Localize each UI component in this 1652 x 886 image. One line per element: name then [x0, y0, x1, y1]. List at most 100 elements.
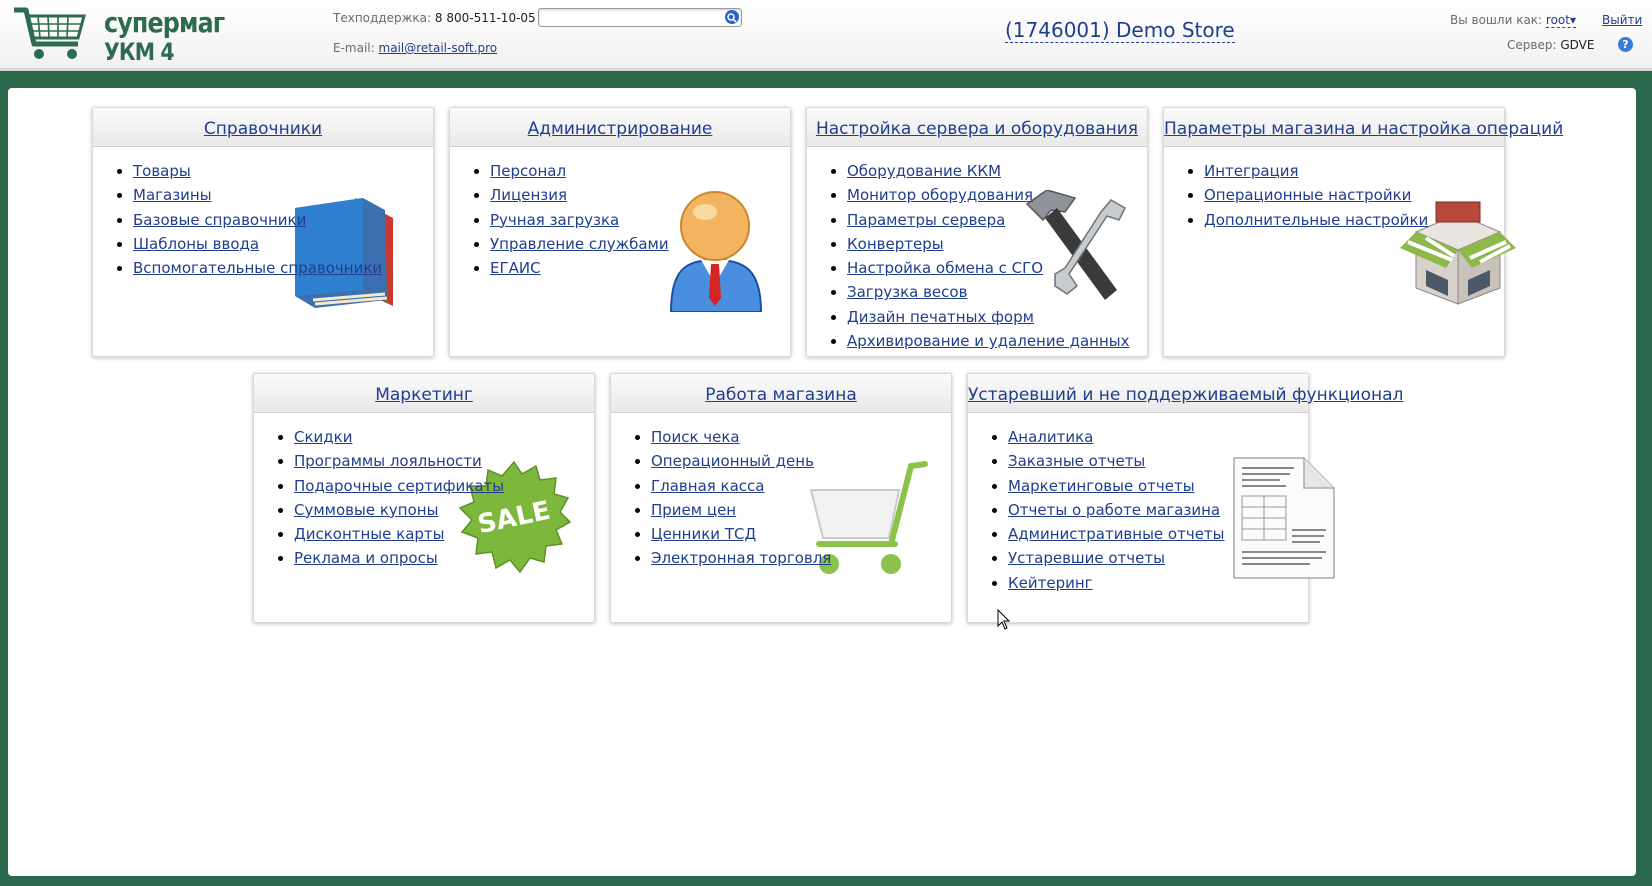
menu-link[interactable]: Загрузка весов: [847, 283, 967, 301]
list-item: Загрузка весов: [847, 280, 1147, 304]
menu-link[interactable]: Базовые справочники: [133, 211, 306, 229]
list-item: Электронная торговля: [651, 546, 951, 570]
panel-title[interactable]: Работа магазина: [705, 385, 857, 405]
menu-link[interactable]: Управление службами: [490, 235, 669, 253]
list-item: Устаревшие отчеты: [1008, 546, 1308, 570]
list-item: Отчеты о работе магазина: [1008, 498, 1308, 522]
main-content: Справочники Товары Магазины Базовые спра…: [8, 88, 1636, 876]
menu-link[interactable]: Дисконтные карты: [294, 525, 445, 543]
menu-link[interactable]: Аналитика: [1008, 428, 1093, 446]
panel-menu: Товары Магазины Базовые справочники Шабл…: [93, 159, 433, 280]
list-item: Настройка обмена с СГО: [847, 256, 1147, 280]
menu-link[interactable]: Программы лояльности: [294, 452, 482, 470]
menu-link[interactable]: Административные отчеты: [1008, 525, 1225, 543]
panel-header: Настройка сервера и оборудования: [807, 108, 1147, 147]
help-icon[interactable]: ?: [1618, 37, 1633, 52]
mouse-cursor-icon: [997, 609, 1011, 630]
menu-link[interactable]: Реклама и опросы: [294, 549, 438, 567]
menu-link[interactable]: Монитор оборудования: [847, 186, 1033, 204]
list-item: Товары: [133, 159, 433, 183]
panel-header: Устаревший и не поддерживаемый функциона…: [968, 374, 1403, 413]
list-item: Программы лояльности: [294, 449, 594, 473]
menu-link[interactable]: Подарочные сертификаты: [294, 477, 504, 495]
panel-title[interactable]: Настройка сервера и оборудования: [816, 119, 1138, 139]
list-item: Аналитика: [1008, 425, 1308, 449]
list-item: Параметры сервера: [847, 208, 1147, 232]
menu-link[interactable]: Магазины: [133, 186, 212, 204]
panel-header: Параметры магазина и настройка операций: [1164, 108, 1563, 147]
menu-link[interactable]: Кейтеринг: [1008, 574, 1093, 592]
list-item: Суммовые купоны: [294, 498, 594, 522]
list-item: Лицензия: [490, 183, 790, 207]
menu-link[interactable]: ЕГАИС: [490, 259, 541, 277]
menu-link[interactable]: Дизайн печатных форм: [847, 308, 1034, 326]
list-item: Дополнительные настройки: [1204, 208, 1504, 232]
menu-link[interactable]: Оборудование ККМ: [847, 162, 1001, 180]
panel-title[interactable]: Справочники: [204, 119, 322, 139]
app-logo[interactable]: супермаг УКМ 4: [12, 4, 225, 66]
menu-link[interactable]: Персонал: [490, 162, 566, 180]
menu-link[interactable]: Суммовые купоны: [294, 501, 438, 519]
list-item: ЕГАИС: [490, 256, 790, 280]
menu-link[interactable]: Дополнительные настройки: [1204, 211, 1428, 229]
panel-header: Маркетинг: [254, 374, 594, 413]
menu-link[interactable]: Операционные настройки: [1204, 186, 1411, 204]
panel-menu: Скидки Программы лояльности Подарочные с…: [254, 425, 594, 571]
search-icon[interactable]: [725, 10, 739, 24]
panel-menu: Оборудование ККМ Монитор оборудования Па…: [807, 159, 1147, 353]
list-item: Оборудование ККМ: [847, 159, 1147, 183]
chevron-down-icon: ▾: [1569, 13, 1577, 27]
menu-link[interactable]: Настройка обмена с СГО: [847, 259, 1043, 277]
panel-legacy-features: Устаревший и не поддерживаемый функциона…: [967, 373, 1403, 623]
menu-link[interactable]: Операционный день: [651, 452, 814, 470]
menu-link[interactable]: Главная касса: [651, 477, 765, 495]
server-label: Сервер:: [1507, 38, 1557, 52]
menu-link[interactable]: Маркетинговые отчеты: [1008, 477, 1195, 495]
user-menu[interactable]: root▾: [1545, 13, 1577, 28]
panel-menu: Интеграция Операционные настройки Дополн…: [1164, 159, 1504, 232]
email-info: E-mail: mail@retail-soft.pro: [333, 41, 497, 55]
menu-link[interactable]: Электронная торговля: [651, 549, 831, 567]
panel-title[interactable]: Устаревший и не поддерживаемый функциона…: [968, 385, 1403, 405]
panel-title[interactable]: Маркетинг: [375, 385, 473, 405]
list-item: Дисконтные карты: [294, 522, 594, 546]
logo-subtitle: УКМ 4: [104, 38, 175, 66]
list-item: Реклама и опросы: [294, 546, 594, 570]
list-item: Операционные настройки: [1204, 183, 1504, 207]
menu-link[interactable]: Шаблоны ввода: [133, 235, 259, 253]
menu-link[interactable]: Поиск чека: [651, 428, 740, 446]
panel-title[interactable]: Параметры магазина и настройка операций: [1164, 119, 1563, 139]
menu-link[interactable]: Скидки: [294, 428, 352, 446]
menu-link[interactable]: Вспомогательные справочники: [133, 259, 382, 277]
menu-link[interactable]: Товары: [133, 162, 191, 180]
logo-title: супермаг: [104, 6, 225, 39]
panel-menu: Поиск чека Операционный день Главная кас…: [611, 425, 951, 571]
menu-link[interactable]: Параметры сервера: [847, 211, 1005, 229]
user-label: Вы вошли как:: [1450, 13, 1543, 27]
list-item: Поиск чека: [651, 425, 951, 449]
list-item: Ценники ТСД: [651, 522, 951, 546]
menu-link[interactable]: Архивирование и удаление данных: [847, 332, 1130, 350]
menu-link[interactable]: Конвертеры: [847, 235, 944, 253]
support-label: Техподдержка:: [333, 11, 432, 25]
menu-link[interactable]: Интеграция: [1204, 162, 1299, 180]
menu-link[interactable]: Ценники ТСД: [651, 525, 756, 543]
email-link[interactable]: mail@retail-soft.pro: [379, 41, 498, 55]
panel-header: Справочники: [93, 108, 433, 147]
list-item: Интеграция: [1204, 159, 1504, 183]
menu-link[interactable]: Заказные отчеты: [1008, 452, 1145, 470]
menu-link[interactable]: Лицензия: [490, 186, 567, 204]
logout-link[interactable]: Выйти: [1602, 13, 1642, 27]
store-selector[interactable]: (1746001) Demo Store: [1005, 18, 1235, 43]
user-info: Вы вошли как: root▾: [1450, 13, 1577, 28]
menu-link[interactable]: Устаревшие отчеты: [1008, 549, 1165, 567]
panel-store-settings: Параметры магазина и настройка операций …: [1163, 107, 1563, 357]
menu-link[interactable]: Прием цен: [651, 501, 736, 519]
search-box: [538, 8, 742, 30]
menu-link[interactable]: Отчеты о работе магазина: [1008, 501, 1220, 519]
panel-title[interactable]: Администрирование: [528, 119, 713, 139]
list-item: Архивирование и удаление данных: [847, 329, 1147, 353]
menu-link[interactable]: Ручная загрузка: [490, 211, 619, 229]
search-input[interactable]: [543, 12, 725, 30]
email-label: E-mail:: [333, 41, 375, 55]
